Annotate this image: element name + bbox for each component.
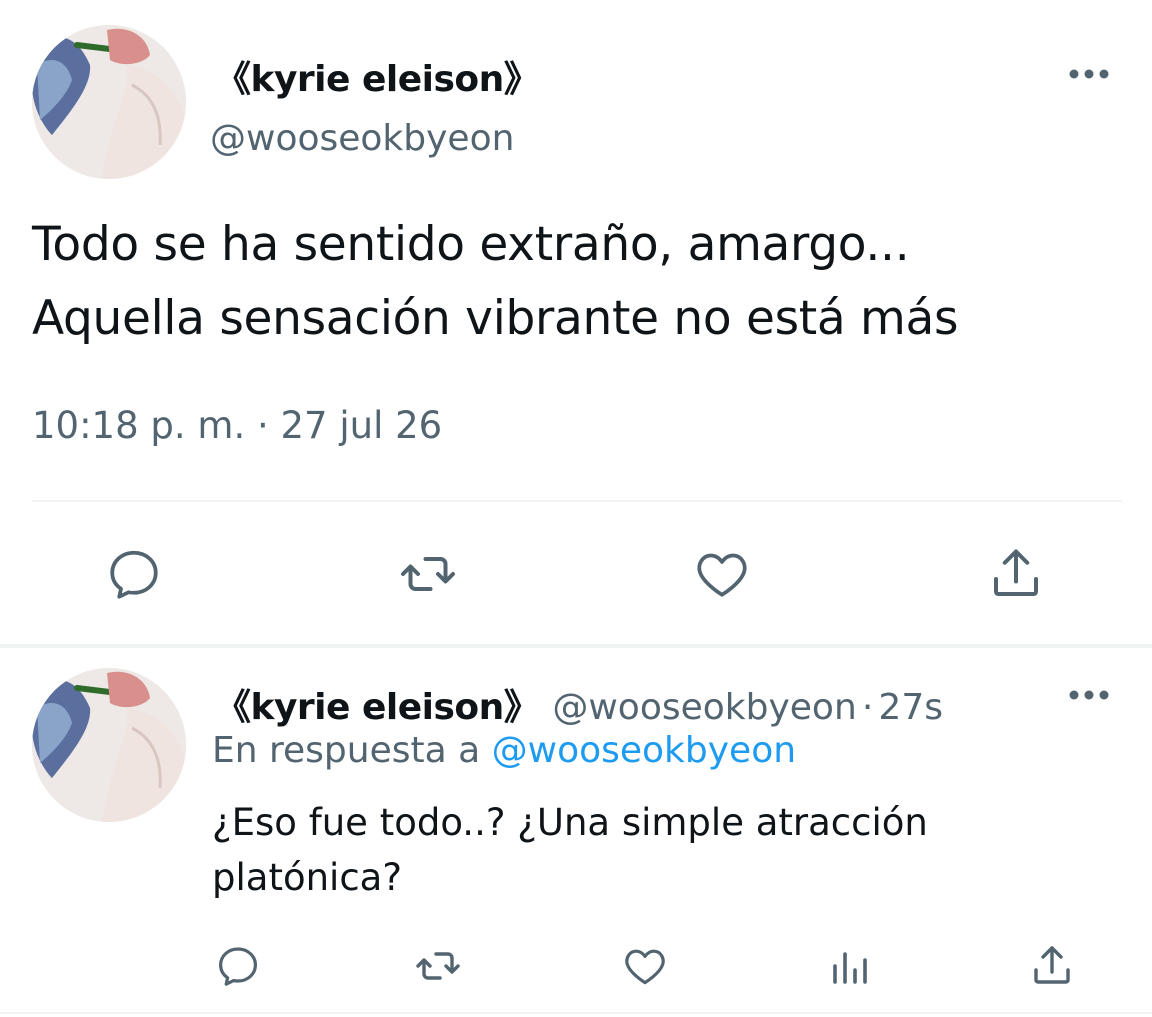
- like-button[interactable]: [692, 544, 752, 604]
- display-name[interactable]: 《kyrie eleison》: [215, 50, 540, 102]
- divider: [32, 500, 1122, 502]
- reply-text: ¿Eso fue todo..? ¿Una simple atracción p…: [212, 801, 928, 899]
- tweet-text: Todo se ha sentido extraño, amargo... Aq…: [32, 217, 959, 346]
- share-button[interactable]: [986, 544, 1046, 604]
- tweet-timestamp[interactable]: 10:18 p. m. · 27 jul 26: [32, 404, 442, 447]
- retweet-button[interactable]: [398, 544, 458, 604]
- reply-retweet-button[interactable]: [414, 942, 462, 990]
- reply-separator: ·: [861, 687, 874, 728]
- replying-to-link[interactable]: @wooseokbyeon: [492, 730, 796, 771]
- reply-more-icon[interactable]: [1068, 683, 1110, 707]
- speech-bubble-icon: [110, 550, 158, 599]
- retweet-icon: [416, 952, 460, 980]
- reply-display-name[interactable]: 《kyrie eleison》: [215, 687, 540, 728]
- share-icon: [1034, 946, 1070, 984]
- avatar[interactable]: [32, 25, 186, 179]
- bottom-divider: [0, 1012, 1152, 1014]
- share-icon: [994, 549, 1038, 596]
- reply-like-button[interactable]: [621, 942, 669, 990]
- meta-separator: ·: [256, 404, 269, 447]
- avatar-image: [32, 25, 186, 179]
- reply-user-handle[interactable]: @wooseokbyeon: [552, 687, 856, 728]
- replying-to-prefix: En respuesta a: [212, 730, 481, 771]
- tweet-time: 10:18 p. m.: [32, 404, 246, 447]
- reply-button[interactable]: [104, 544, 164, 604]
- user-handle[interactable]: @wooseokbyeon: [210, 118, 514, 159]
- retweet-icon: [401, 557, 455, 591]
- heart-icon: [697, 553, 747, 597]
- heart-icon: [625, 949, 665, 985]
- section-divider: [0, 644, 1152, 648]
- reply-age[interactable]: 27s: [878, 687, 943, 728]
- reply-avatar[interactable]: [32, 668, 186, 822]
- speech-bubble-icon: [219, 947, 257, 986]
- reply-share-button[interactable]: [1028, 942, 1076, 990]
- more-icon[interactable]: [1068, 62, 1110, 86]
- reply-reply-button[interactable]: [214, 942, 262, 990]
- replying-to: En respuesta a @wooseokbyeon: [212, 730, 796, 771]
- reply-header: 《kyrie eleison》 @wooseokbyeon · 27s: [215, 678, 943, 730]
- reply-analytics-button[interactable]: [825, 942, 873, 990]
- avatar-image: [32, 668, 186, 822]
- analytics-icon: [833, 952, 867, 984]
- tweet-date: 27 jul 26: [280, 404, 443, 447]
